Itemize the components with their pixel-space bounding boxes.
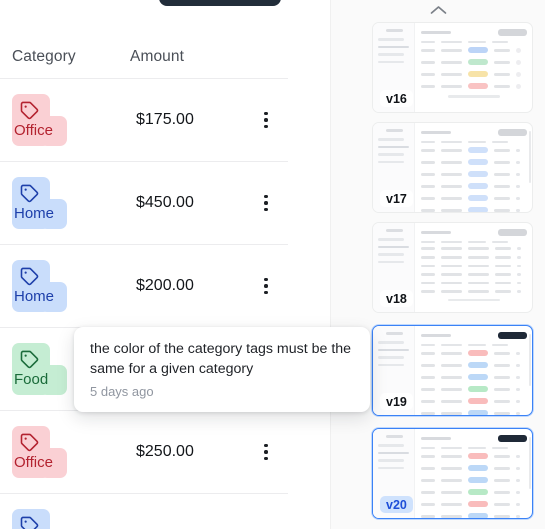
thumb-row xyxy=(421,501,527,508)
row-menu-button[interactable] xyxy=(244,111,288,129)
version-label: v18 xyxy=(380,290,413,307)
cell-category: Home xyxy=(12,171,130,235)
column-header-category: Category xyxy=(12,48,76,65)
thumb-row xyxy=(421,350,527,357)
cell-category: Office xyxy=(12,420,130,484)
table-row[interactable] xyxy=(0,494,288,529)
more-options-icon xyxy=(264,443,268,461)
category-tag[interactable]: Office xyxy=(12,426,67,478)
cell-category: Office xyxy=(12,88,130,152)
thumb-row xyxy=(421,255,527,259)
category-tag[interactable]: Home xyxy=(12,177,67,229)
thumb-row xyxy=(421,207,527,212)
comment-text: the color of the category tags must be t… xyxy=(90,341,352,377)
table-header-row: Category Amount xyxy=(0,36,288,78)
thumb-row xyxy=(421,453,527,460)
version-thumbnail[interactable]: v17 xyxy=(372,122,533,213)
cell-amount: $450.00 xyxy=(136,194,194,211)
thumb-row xyxy=(421,290,527,293)
thumb-row xyxy=(421,513,527,518)
row-menu-button[interactable] xyxy=(244,277,288,295)
more-options-icon xyxy=(264,194,268,212)
tag-icon xyxy=(20,184,39,203)
thumb-body xyxy=(415,326,532,415)
table-row[interactable]: Home $450.00 xyxy=(0,162,288,244)
main-content-pane: Category Amount Office $175.00 Home $450.00… xyxy=(0,0,314,529)
table-row[interactable]: Office $175.00 xyxy=(0,79,288,161)
more-options-icon xyxy=(264,111,268,129)
transactions-table: Category Amount Office $175.00 Home $450.00… xyxy=(0,36,288,529)
thumb-row xyxy=(421,47,527,54)
tag-icon xyxy=(20,433,39,452)
version-label: v19 xyxy=(380,393,413,410)
thumb-body xyxy=(415,23,532,112)
thumb-body xyxy=(415,123,532,212)
table-row[interactable]: Office $250.00 xyxy=(0,411,288,493)
category-tag-label: Office xyxy=(14,454,53,471)
thumb-row xyxy=(421,171,527,178)
more-options-icon xyxy=(264,277,268,295)
thumb-row xyxy=(421,183,527,190)
thumb-row xyxy=(421,273,527,276)
version-thumbnail[interactable]: v16 xyxy=(372,22,533,113)
category-tag-label: Home xyxy=(14,205,55,222)
category-tag[interactable]: Home xyxy=(12,260,67,312)
thumb-body xyxy=(415,223,532,312)
row-menu-button[interactable] xyxy=(244,443,288,461)
version-label: v16 xyxy=(380,90,413,107)
thumb-row xyxy=(421,83,527,90)
table-row[interactable]: Home $200.00 xyxy=(0,245,288,327)
thumb-row xyxy=(421,159,527,166)
cell-category xyxy=(12,503,130,529)
thumb-row xyxy=(421,465,527,472)
column-header-amount: Amount xyxy=(130,48,185,65)
tag-icon xyxy=(20,350,39,369)
comment-bubble[interactable]: the color of the category tags must be t… xyxy=(74,327,370,412)
category-tag-label: Home xyxy=(14,288,55,305)
cell-amount: $175.00 xyxy=(136,111,194,128)
collapse-rail-button[interactable] xyxy=(331,0,545,20)
tag-icon xyxy=(20,267,39,286)
thumb-row xyxy=(421,386,527,393)
tag-icon xyxy=(20,516,39,529)
tag-icon xyxy=(20,101,39,120)
thumb-body xyxy=(415,429,532,518)
cell-amount: $200.00 xyxy=(136,277,194,294)
version-history-rail: v16 v17 v18 v19 v20 xyxy=(330,0,545,529)
row-menu-button[interactable] xyxy=(244,194,288,212)
version-thumbnail[interactable]: v19 xyxy=(372,325,533,416)
category-tag[interactable]: Food xyxy=(12,343,67,395)
primary-action-button[interactable] xyxy=(159,0,281,6)
category-tag-label: Food xyxy=(14,371,49,388)
version-label: v20 xyxy=(380,496,413,513)
thumb-row xyxy=(421,147,527,154)
thumb-row xyxy=(421,489,527,496)
version-label: v17 xyxy=(380,190,413,207)
thumb-row xyxy=(421,195,527,202)
app-root: Category Amount Office $175.00 Home $450.00… xyxy=(0,0,545,529)
thumb-row xyxy=(421,374,527,381)
thumb-row xyxy=(421,281,527,285)
category-tag-label: Office xyxy=(14,122,53,139)
category-tag[interactable]: Office xyxy=(12,94,67,146)
category-tag[interactable] xyxy=(12,509,50,529)
thumb-row xyxy=(421,477,527,484)
thumb-row xyxy=(421,410,527,415)
version-thumbnail[interactable]: v18 xyxy=(372,222,533,313)
thumb-row xyxy=(421,264,527,268)
thumb-row xyxy=(421,362,527,369)
version-thumbnail[interactable]: v20 xyxy=(372,428,533,519)
thumb-row xyxy=(421,247,527,250)
cell-amount: $250.00 xyxy=(136,443,194,460)
comment-timestamp: 5 days ago xyxy=(90,384,154,399)
thumb-row xyxy=(421,59,527,66)
table-body: Office $175.00 Home $450.00 Home $200.00 Food O… xyxy=(0,79,288,529)
cell-category: Home xyxy=(12,254,130,318)
thumb-row xyxy=(421,71,527,78)
chevron-up-icon xyxy=(430,6,447,14)
thumb-row xyxy=(421,398,527,405)
